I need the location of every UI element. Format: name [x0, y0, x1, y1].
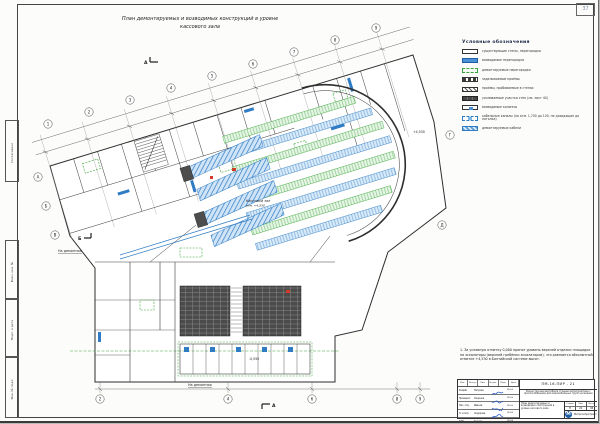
legend-swatch-punched-openings — [462, 87, 478, 92]
document-number: ПМ-16-ПИР - 21 — [520, 380, 597, 390]
legend-swatch-reinforced-walls — [462, 96, 478, 101]
legend-swatch-new-partitions — [462, 58, 478, 63]
signature-row: Проверил Смирнов 05.16 — [458, 395, 519, 403]
title-block-header-row: Изм. Кол.уч. Лист № док. Подп. Дата — [458, 380, 519, 387]
legend-item: демонтируемые кабели — [462, 126, 594, 131]
signature-row: Нач. отд. Иванов 05.16 — [458, 402, 519, 410]
legend-item: кабельные каналы (на отм. 1,700 до 100, … — [462, 115, 594, 122]
legend-swatch-demolished-partitions — [462, 68, 478, 73]
drawing-title: План демонтируемых и возводимых конструк… — [70, 16, 330, 31]
title-block-main: ПМ-16-ПИР - 21 Реконструкция вестибюля с… — [520, 380, 597, 418]
margin-box-inv: Инв. № подл. — [5, 356, 19, 418]
legend-title: Условные обозначения — [462, 40, 594, 45]
legend-swatch-existing-walls — [462, 49, 478, 54]
sheet-title: План демонтируемых и возводимых конструк… — [520, 402, 565, 419]
stage-sheet-table: Стадия П Лист 21 Листов 45 — [565, 402, 597, 412]
company-name: Метрогипротранс — [574, 413, 597, 416]
drawing-title-line2: кассового зала — [70, 24, 330, 32]
legend-item: возводимые перегородки — [462, 58, 594, 63]
legend-item: демонтируемые перегородки — [462, 68, 594, 73]
page-number-box: 37 — [576, 3, 595, 16]
legend-item: усиливаемые участки стен (см. лист 40) — [462, 96, 594, 101]
signature-row: Н. контр. Сидорова 05.16 — [458, 410, 519, 418]
legend-item: возводимые колонны — [462, 105, 594, 110]
legend: Условные обозначения существующие стены,… — [462, 40, 594, 136]
signature-row: Разраб. Петрова 05.16 — [458, 387, 519, 395]
legend-swatch-infilled-openings — [462, 77, 478, 82]
legend-swatch-new-columns — [462, 105, 478, 110]
company-cell: М Метрогипротранс — [565, 411, 597, 418]
margin-box-podp: Подп. и дата — [5, 298, 19, 358]
signature-row: ГИП Козлов 05.16 — [458, 418, 519, 423]
company-logo-icon: М — [565, 411, 572, 418]
signature-icon — [491, 422, 504, 423]
page-number: 37 — [582, 6, 588, 12]
drawing-title-line1: План демонтируемых и возводимых конструк… — [70, 16, 330, 24]
margin-box-agreed: Согласовано — [5, 120, 19, 182]
legend-item: проёмы, пробиваемые в стенах — [462, 87, 594, 92]
margin-box-vzam: Взам. инв. № — [5, 240, 19, 300]
legend-item: существующие стены, перегородки — [462, 49, 594, 54]
legend-item: заделываемые проёмы — [462, 77, 594, 82]
drawing-sheet: 1 2 3 4 5 6 7 8 9 А Б В Г Д 2 4 6 8 9 — [0, 0, 599, 423]
title-block: Изм. Кол.уч. Лист № док. Подп. Дата Разр… — [457, 379, 595, 419]
notes: 1. За условную отметку 0,000 принят уров… — [460, 348, 593, 362]
legend-swatch-cable-channels — [462, 116, 478, 121]
title-block-signatures: Изм. Кол.уч. Лист № док. Подп. Дата Разр… — [458, 380, 520, 418]
legend-swatch-demolished-cables — [462, 126, 478, 131]
object-name: Реконструкция вестибюля станции метропол… — [520, 390, 597, 402]
